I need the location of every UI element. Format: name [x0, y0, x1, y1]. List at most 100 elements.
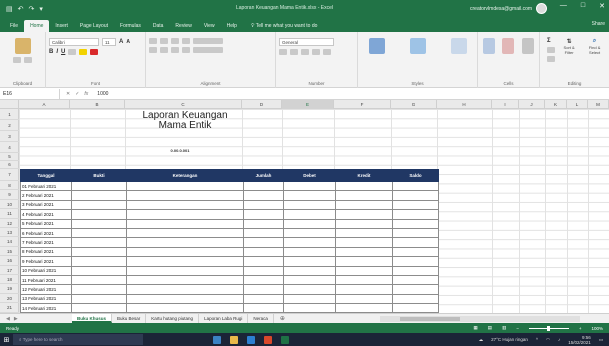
align-top-icon[interactable] [149, 38, 157, 44]
date-cell[interactable]: 10 Februari 2021 [20, 265, 72, 276]
horizontal-scrollbar[interactable] [380, 316, 580, 322]
date-cell[interactable]: 7 Februari 2021 [20, 237, 72, 248]
indent-icon[interactable] [182, 47, 190, 53]
chevron-left-icon[interactable]: ◀ [6, 316, 10, 322]
tab-page-layout[interactable]: Page Layout [74, 20, 114, 32]
add-sheet-icon[interactable]: ⊕ [274, 315, 291, 322]
increase-decimal-icon[interactable] [312, 49, 320, 55]
header-keterangan[interactable]: Keterangan [126, 169, 244, 182]
row-header[interactable]: 5 [0, 153, 19, 161]
customize-qat-icon[interactable]: ▾ [39, 5, 43, 13]
row-header[interactable]: 3 [0, 131, 19, 142]
font-name-select[interactable]: Calibri [49, 38, 99, 46]
column-header[interactable]: J [519, 100, 545, 109]
date-cell[interactable]: 6 Februari 2021 [20, 227, 72, 239]
align-center-icon[interactable] [160, 47, 168, 53]
row-header[interactable]: 12 [0, 219, 19, 228]
comma-icon[interactable] [301, 49, 309, 55]
tab-formulas[interactable]: Formulas [114, 20, 147, 32]
select-all-button[interactable] [0, 100, 19, 109]
currency-icon[interactable] [279, 49, 287, 55]
font-size-select[interactable]: 11 [102, 38, 116, 46]
sheet-tab-buku-besar[interactable]: Buku Besar [112, 314, 147, 323]
date-cell[interactable]: 11 Februari 2021 [20, 274, 72, 286]
row-header[interactable]: 2 [0, 120, 19, 131]
function-icon[interactable]: fx [84, 91, 88, 97]
zoom-in-icon[interactable]: + [579, 326, 582, 331]
date-cell[interactable]: 14 Februari 2021 [20, 303, 72, 314]
copy-icon[interactable] [24, 57, 32, 63]
header-debet[interactable]: Debet [283, 169, 336, 182]
column-header[interactable]: I [492, 100, 519, 109]
format-as-table-icon[interactable] [409, 38, 426, 54]
zoom-level[interactable]: 100% [591, 326, 603, 331]
header-jumlah[interactable]: Jumlah [243, 169, 284, 182]
scrollbar-thumb[interactable] [400, 317, 460, 321]
edge-icon[interactable] [247, 335, 255, 344]
chrome-icon[interactable] [264, 335, 272, 344]
undo-icon[interactable]: ↶ [18, 5, 24, 13]
column-header[interactable]: M [588, 100, 609, 109]
weather-icon[interactable]: ☁ [479, 337, 484, 343]
clear-icon[interactable] [547, 56, 555, 62]
align-right-icon[interactable] [171, 47, 179, 53]
tab-review[interactable]: Review [169, 20, 197, 32]
cut-icon[interactable] [13, 57, 21, 63]
file-explorer-icon[interactable] [230, 335, 238, 344]
row-header[interactable]: 6 [0, 161, 19, 169]
row-header[interactable]: 4 [0, 142, 19, 153]
row-header[interactable]: 14 [0, 237, 19, 247]
row-header[interactable]: 21 [0, 303, 19, 313]
enter-icon[interactable]: ✓ [75, 91, 79, 97]
orientation-icon[interactable] [182, 38, 190, 44]
column-header[interactable]: G [391, 100, 437, 109]
tell-me-search[interactable]: 💡︎ Tell me what you want to do [251, 20, 318, 32]
borders-icon[interactable] [68, 49, 77, 55]
underline-icon[interactable]: U [61, 49, 65, 55]
date-cell[interactable]: 3 Februari 2021 [20, 199, 72, 211]
taskbar-search[interactable]: ⌕ Type here to search [13, 334, 143, 345]
network-icon[interactable]: ◠ [546, 337, 550, 343]
row-header[interactable]: 11 [0, 209, 19, 219]
row-header[interactable]: 1 [0, 109, 19, 120]
sheet-tab-kartu-hutang-piutang[interactable]: Kartu hutang piutang [146, 314, 200, 323]
bold-icon[interactable]: B [49, 49, 53, 55]
date-cell[interactable]: 12 Februari 2021 [20, 284, 72, 295]
zoom-out-icon[interactable]: − [516, 326, 519, 331]
date-cell[interactable]: 01 Februari 2021 [20, 180, 72, 192]
page-layout-icon[interactable]: ▤ [488, 325, 492, 331]
user-account[interactable]: creatorvlmdesa@gmail.com [470, 3, 548, 14]
sort-filter-button[interactable]: ⇅ Sort & Filter [559, 38, 579, 55]
insert-cells-icon[interactable] [482, 38, 495, 54]
column-header[interactable]: B [70, 100, 125, 109]
sheet-tab-laba-rugi[interactable]: Laporan Laba Rugi [199, 314, 249, 323]
italic-icon[interactable]: I [56, 49, 58, 55]
align-middle-icon[interactable] [160, 38, 168, 44]
row-header[interactable]: 9 [0, 190, 19, 200]
column-header[interactable]: F [334, 100, 391, 109]
fill-icon[interactable] [547, 47, 555, 53]
sheet-tab-neraca[interactable]: Neraca [248, 314, 274, 323]
header-bukti[interactable]: Bukti [71, 169, 127, 182]
fill-color-icon[interactable] [79, 49, 88, 55]
clock[interactable]: 9:56 15/02/2021 [568, 335, 591, 345]
tab-view[interactable]: View [198, 20, 221, 32]
row-header[interactable]: 20 [0, 294, 19, 304]
column-header[interactable]: C [125, 100, 242, 109]
weather-text[interactable]: 27°C Hujan ringan [491, 337, 528, 342]
tab-home[interactable]: Home [24, 20, 50, 32]
tab-data[interactable]: Data [147, 20, 170, 32]
report-title[interactable]: Laporan Keuangan Mama Entik [130, 111, 240, 131]
column-header[interactable]: D [242, 100, 282, 109]
minimize-button[interactable]: — [560, 2, 567, 10]
format-cells-icon[interactable] [522, 38, 535, 54]
volume-icon[interactable]: ♪ [558, 337, 560, 342]
row-header[interactable]: 13 [0, 228, 19, 238]
row-header[interactable]: 15 [0, 247, 19, 257]
row-header[interactable]: 7 [0, 169, 19, 181]
date-cell[interactable]: 5 Februari 2021 [20, 218, 72, 229]
chevron-up-icon[interactable]: ^ [536, 337, 538, 342]
find-select-button[interactable]: ⌕ Find & Select [583, 38, 606, 55]
autosum-icon[interactable]: Σ [547, 38, 555, 44]
column-header[interactable]: L [567, 100, 588, 109]
